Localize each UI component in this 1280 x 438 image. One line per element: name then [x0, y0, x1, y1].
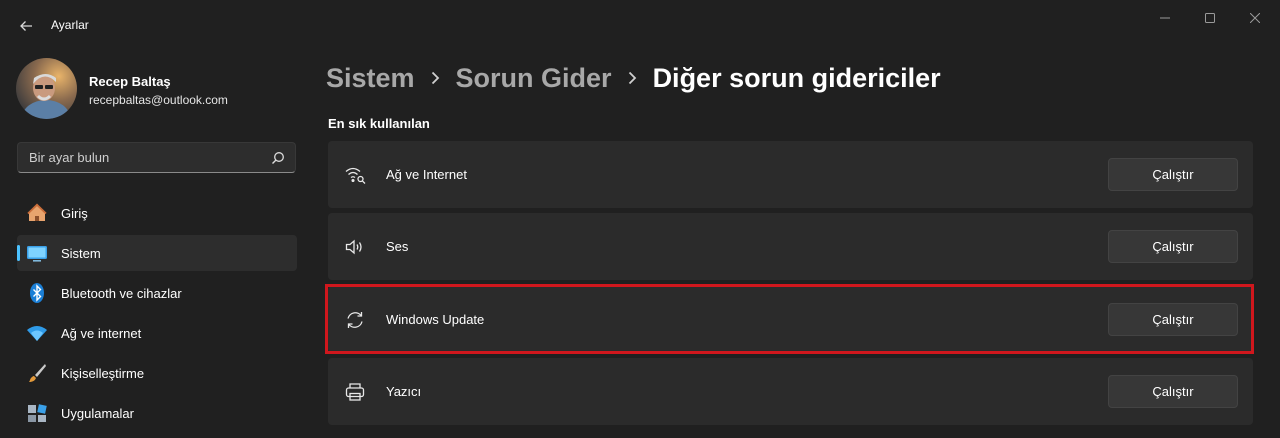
minimize-icon — [1160, 17, 1170, 19]
maximize-icon — [1205, 13, 1215, 23]
troubleshooter-card-printer: Yazıcı Çalıştır — [328, 358, 1253, 425]
troubleshooter-card-audio: Ses Çalıştır — [328, 213, 1253, 280]
section-title: En sık kullanılan — [328, 116, 430, 131]
breadcrumb: Sistem Sorun Gider Diğer sorun gidericil… — [326, 58, 941, 98]
chevron-right-icon — [431, 71, 440, 85]
back-arrow-icon — [20, 21, 32, 31]
sidebar-item-label: Bluetooth ve cihazlar — [61, 286, 182, 301]
settings-search[interactable] — [17, 142, 296, 173]
back-button[interactable] — [12, 12, 40, 40]
network-icon — [342, 162, 368, 188]
sidebar-item-home[interactable]: Giriş — [17, 195, 297, 231]
sidebar-item-bluetooth[interactable]: Bluetooth ve cihazlar — [17, 275, 297, 311]
troubleshooter-label: Ses — [386, 239, 409, 254]
close-icon — [1250, 13, 1260, 23]
page-title: Diğer sorun gidericiler — [652, 62, 941, 93]
sidebar-item-label: Giriş — [61, 206, 88, 221]
bluetooth-icon — [26, 282, 48, 304]
title-bar: Ayarlar — [0, 0, 1280, 48]
system-icon — [26, 242, 48, 264]
user-profile[interactable]: Recep Baltaş recepbaltas@outlook.com — [16, 58, 306, 120]
sidebar-item-network[interactable]: Ağ ve internet — [17, 315, 297, 351]
run-button[interactable]: Çalıştır — [1108, 158, 1238, 191]
wifi-icon — [26, 322, 48, 344]
sidebar-nav: Giriş Sistem Bluetooth ve cihazlar Ağ ve… — [17, 195, 297, 435]
sidebar-item-personalization[interactable]: Kişiselleştirme — [17, 355, 297, 391]
active-indicator — [17, 245, 20, 261]
user-email: recepbaltas@outlook.com — [89, 93, 228, 107]
troubleshooter-card-network: Ağ ve Internet Çalıştır — [328, 141, 1253, 208]
minimize-button[interactable] — [1150, 8, 1180, 28]
maximize-button[interactable] — [1195, 8, 1225, 28]
avatar[interactable] — [16, 58, 77, 119]
breadcrumb-item-system[interactable]: Sistem — [326, 63, 415, 94]
apps-icon — [26, 402, 48, 424]
run-button[interactable]: Çalıştır — [1108, 375, 1238, 408]
sidebar-item-label: Ağ ve internet — [61, 326, 142, 341]
speaker-icon — [342, 234, 368, 260]
highlight-annotation — [325, 284, 1254, 354]
sidebar-item-label: Kişiselleştirme — [61, 366, 145, 381]
sidebar-item-apps[interactable]: Uygulamalar — [17, 395, 297, 431]
home-icon — [26, 202, 48, 224]
close-button[interactable] — [1240, 8, 1270, 28]
sidebar-item-label: Sistem — [61, 246, 101, 261]
troubleshooter-label: Yazıcı — [386, 384, 422, 399]
search-input[interactable] — [18, 143, 258, 172]
troubleshooter-label: Ağ ve Internet — [386, 167, 467, 182]
breadcrumb-item-troubleshoot[interactable]: Sorun Gider — [456, 63, 612, 94]
user-name: Recep Baltaş — [89, 74, 171, 89]
run-button[interactable]: Çalıştır — [1108, 230, 1238, 263]
search-icon[interactable] — [271, 151, 285, 165]
settings-window: Ayarlar Recep Baltaş recepbaltas@outlook… — [0, 0, 1280, 438]
chevron-right-icon — [628, 71, 637, 85]
brush-icon — [26, 362, 48, 384]
app-title: Ayarlar — [51, 18, 89, 32]
printer-icon — [342, 379, 368, 405]
sidebar-item-label: Uygulamalar — [61, 406, 134, 421]
sidebar-item-system[interactable]: Sistem — [17, 235, 297, 271]
